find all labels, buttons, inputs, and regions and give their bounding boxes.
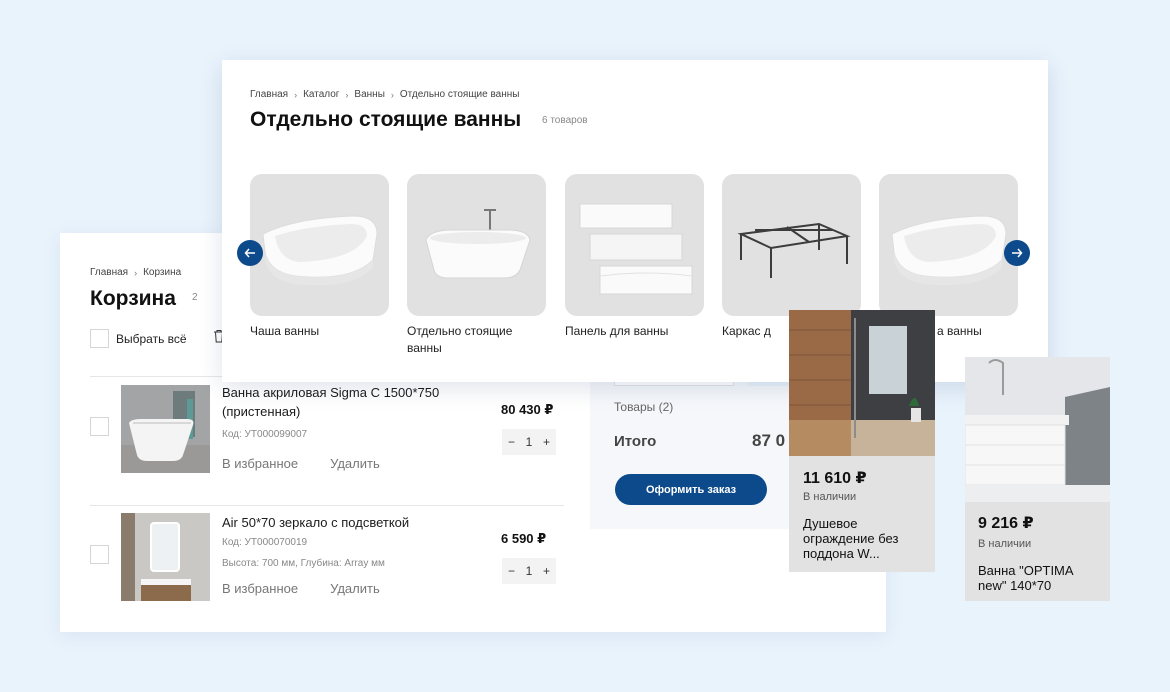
page-title: Корзина [90, 287, 176, 310]
increase-button[interactable]: + [543, 435, 550, 449]
cart-item: Ванна акриловая Sigma C 1500*750 (присте… [90, 383, 565, 493]
item-checkbox[interactable] [90, 417, 109, 436]
arrow-right-icon [1012, 248, 1023, 258]
decrease-button[interactable]: − [508, 564, 515, 578]
bath-panel-icon[interactable] [565, 174, 704, 316]
breadcrumb-current: Отдельно стоящие ванны [399, 89, 520, 100]
category-card[interactable]: Чаша ванны [250, 174, 390, 340]
product-name[interactable]: Ванна "OPTIMA new" 140*70 [978, 563, 1102, 593]
cart-count-badge: 2 [192, 292, 198, 303]
stock-status: В наличии [978, 538, 1032, 550]
category-label: Панель для ванны [565, 324, 669, 338]
product-image-bathtub[interactable] [965, 357, 1110, 502]
chevron-right-icon: › [390, 89, 394, 100]
product-price: 11 610 ₽ [803, 470, 867, 487]
corner-bathtub-icon[interactable] [879, 174, 1018, 316]
breadcrumb: Главная › Каталог › Ванны › Отдельно сто… [250, 89, 519, 100]
goods-count: Товары (2) [614, 400, 673, 414]
product-card[interactable]: 9 216 ₽ В наличии Ванна "OPTIMA new" 140… [965, 357, 1110, 601]
total-label: Итого [614, 433, 657, 450]
remove-item-link[interactable]: Удалить [330, 456, 380, 471]
breadcrumb-home[interactable]: Главная [90, 267, 128, 278]
product-image-shower[interactable] [789, 310, 935, 456]
chevron-right-icon: › [294, 89, 298, 100]
select-all-checkbox[interactable] [90, 329, 109, 348]
product-name[interactable]: Душевое ограждение без поддона W... [803, 516, 927, 561]
select-all[interactable]: Выбрать всё [90, 329, 187, 348]
product-price: 9 216 ₽ [978, 515, 1034, 532]
carousel-prev-button[interactable] [237, 240, 263, 266]
freestanding-bathtub-icon[interactable] [407, 174, 546, 316]
quantity-value[interactable]: 1 [526, 564, 533, 578]
quantity-stepper: − 1 + [502, 558, 556, 584]
breadcrumb-catalog[interactable]: Каталог [303, 89, 339, 100]
goods-label: Товары [614, 400, 656, 414]
product-thumbnail-mirror[interactable] [121, 513, 210, 601]
product-card[interactable]: 11 610 ₽ В наличии Душевое ограждение бе… [789, 310, 935, 572]
product-price: 80 430 ₽ [501, 402, 554, 417]
breadcrumb-home[interactable]: Главная [250, 89, 288, 100]
category-card[interactable]: Панель для ванны [565, 174, 705, 340]
arrow-left-icon [244, 248, 255, 258]
product-code: Код: УТ000070019 [222, 537, 308, 548]
divider [90, 505, 564, 506]
breadcrumb-baths[interactable]: Ванны [354, 89, 384, 100]
corner-bathtub-icon[interactable] [250, 174, 389, 316]
add-to-favorites-link[interactable]: В избранное [222, 581, 298, 596]
add-to-favorites-link[interactable]: В избранное [222, 456, 298, 471]
quantity-stepper: − 1 + [502, 429, 556, 455]
goods-count-value: (2) [658, 400, 674, 414]
increase-button[interactable]: + [543, 564, 550, 578]
quantity-value[interactable]: 1 [526, 435, 533, 449]
chevron-right-icon: › [345, 89, 349, 100]
stock-status: В наличии [803, 491, 857, 503]
product-count: 6 товаров [542, 115, 588, 126]
item-checkbox[interactable] [90, 545, 109, 564]
product-thumbnail-bathtub[interactable] [121, 385, 210, 473]
product-name[interactable]: Ванна акриловая Sigma C 1500*750 (присте… [222, 383, 472, 421]
decrease-button[interactable]: − [508, 435, 515, 449]
breadcrumb-cart: Корзина [143, 267, 182, 278]
page-title: Отдельно стоящие ванны [250, 108, 522, 131]
category-card[interactable]: Отдельно стоящие ванны [407, 174, 547, 357]
chevron-right-icon: › [134, 267, 138, 278]
product-price: 6 590 ₽ [501, 531, 547, 546]
checkout-button[interactable]: Оформить заказ [615, 474, 767, 505]
product-name[interactable]: Air 50*70 зеркало с подсветкой [222, 513, 472, 532]
bath-frame-icon[interactable] [722, 174, 861, 316]
breadcrumb: Главная › Корзина [90, 267, 181, 278]
category-label: Чаша ванны [250, 324, 320, 338]
product-code: Код: УТ000099007 [222, 429, 308, 440]
remove-item-link[interactable]: Удалить [330, 581, 380, 596]
category-label: Отдельно стоящие ванны [407, 324, 513, 355]
total-value: 87 0 [752, 431, 786, 450]
product-dimensions: Высота: 700 мм, Глубина: Array мм [222, 558, 385, 569]
cart-item: Air 50*70 зеркало с подсветкой Код: УТ00… [90, 513, 565, 623]
carousel-next-button[interactable] [1004, 240, 1030, 266]
select-all-label: Выбрать всё [116, 331, 187, 346]
order-summary: Товары (2) Итого 87 0 Оформить заказ [590, 373, 804, 529]
